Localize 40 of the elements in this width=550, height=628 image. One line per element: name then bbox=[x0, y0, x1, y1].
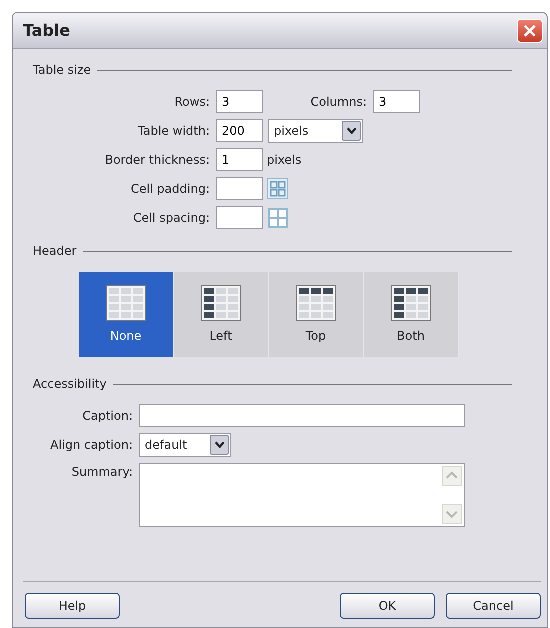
scroll-bar[interactable] bbox=[442, 466, 462, 524]
field-label: Align caption: bbox=[49, 436, 134, 454]
section-heading: Header bbox=[33, 243, 77, 260]
input-field[interactable] bbox=[216, 206, 263, 229]
section-heading: Accessibility bbox=[33, 376, 107, 393]
close-button[interactable] bbox=[517, 18, 543, 42]
cell-spacing-icon[interactable] bbox=[267, 206, 289, 228]
field-label: Table width: bbox=[137, 122, 211, 140]
field-label: Cell padding: bbox=[130, 180, 211, 198]
header-option[interactable]: Left bbox=[174, 272, 269, 357]
dropdown[interactable]: default bbox=[139, 432, 231, 456]
input-field[interactable] bbox=[139, 404, 465, 427]
dialog-button[interactable]: Help bbox=[25, 593, 120, 619]
close-icon bbox=[522, 22, 538, 38]
input-field[interactable]: 1 bbox=[216, 148, 263, 171]
table-icon bbox=[296, 284, 336, 320]
input-field[interactable]: 3 bbox=[373, 90, 420, 113]
text-area[interactable] bbox=[139, 463, 465, 527]
field-label: Border thickness: bbox=[104, 152, 211, 168]
field-label: Caption: bbox=[82, 408, 134, 424]
header-option[interactable]: Top bbox=[269, 272, 364, 357]
input-field[interactable]: 3 bbox=[216, 90, 263, 113]
section-heading: Table size bbox=[33, 62, 92, 79]
unit-label: pixels bbox=[267, 152, 302, 168]
table-icon bbox=[106, 284, 146, 320]
field-label: Cell spacing: bbox=[132, 210, 211, 226]
header-option[interactable]: None bbox=[79, 272, 174, 357]
field-label: Rows: bbox=[174, 94, 211, 110]
field-label: Summary: bbox=[70, 464, 134, 481]
window-title: Table bbox=[23, 20, 70, 42]
cell-padding-icon[interactable] bbox=[267, 178, 289, 200]
table-icon bbox=[391, 284, 431, 320]
input-field[interactable]: 200 bbox=[216, 119, 263, 142]
dropdown[interactable]: pixels bbox=[268, 118, 363, 142]
header-option[interactable]: Both bbox=[364, 272, 459, 357]
dialog-button[interactable]: OK bbox=[340, 593, 435, 619]
dialog-button[interactable]: Cancel bbox=[446, 593, 541, 619]
field-label: Columns: bbox=[310, 94, 368, 110]
table-icon bbox=[201, 284, 241, 320]
input-field[interactable] bbox=[216, 177, 263, 200]
